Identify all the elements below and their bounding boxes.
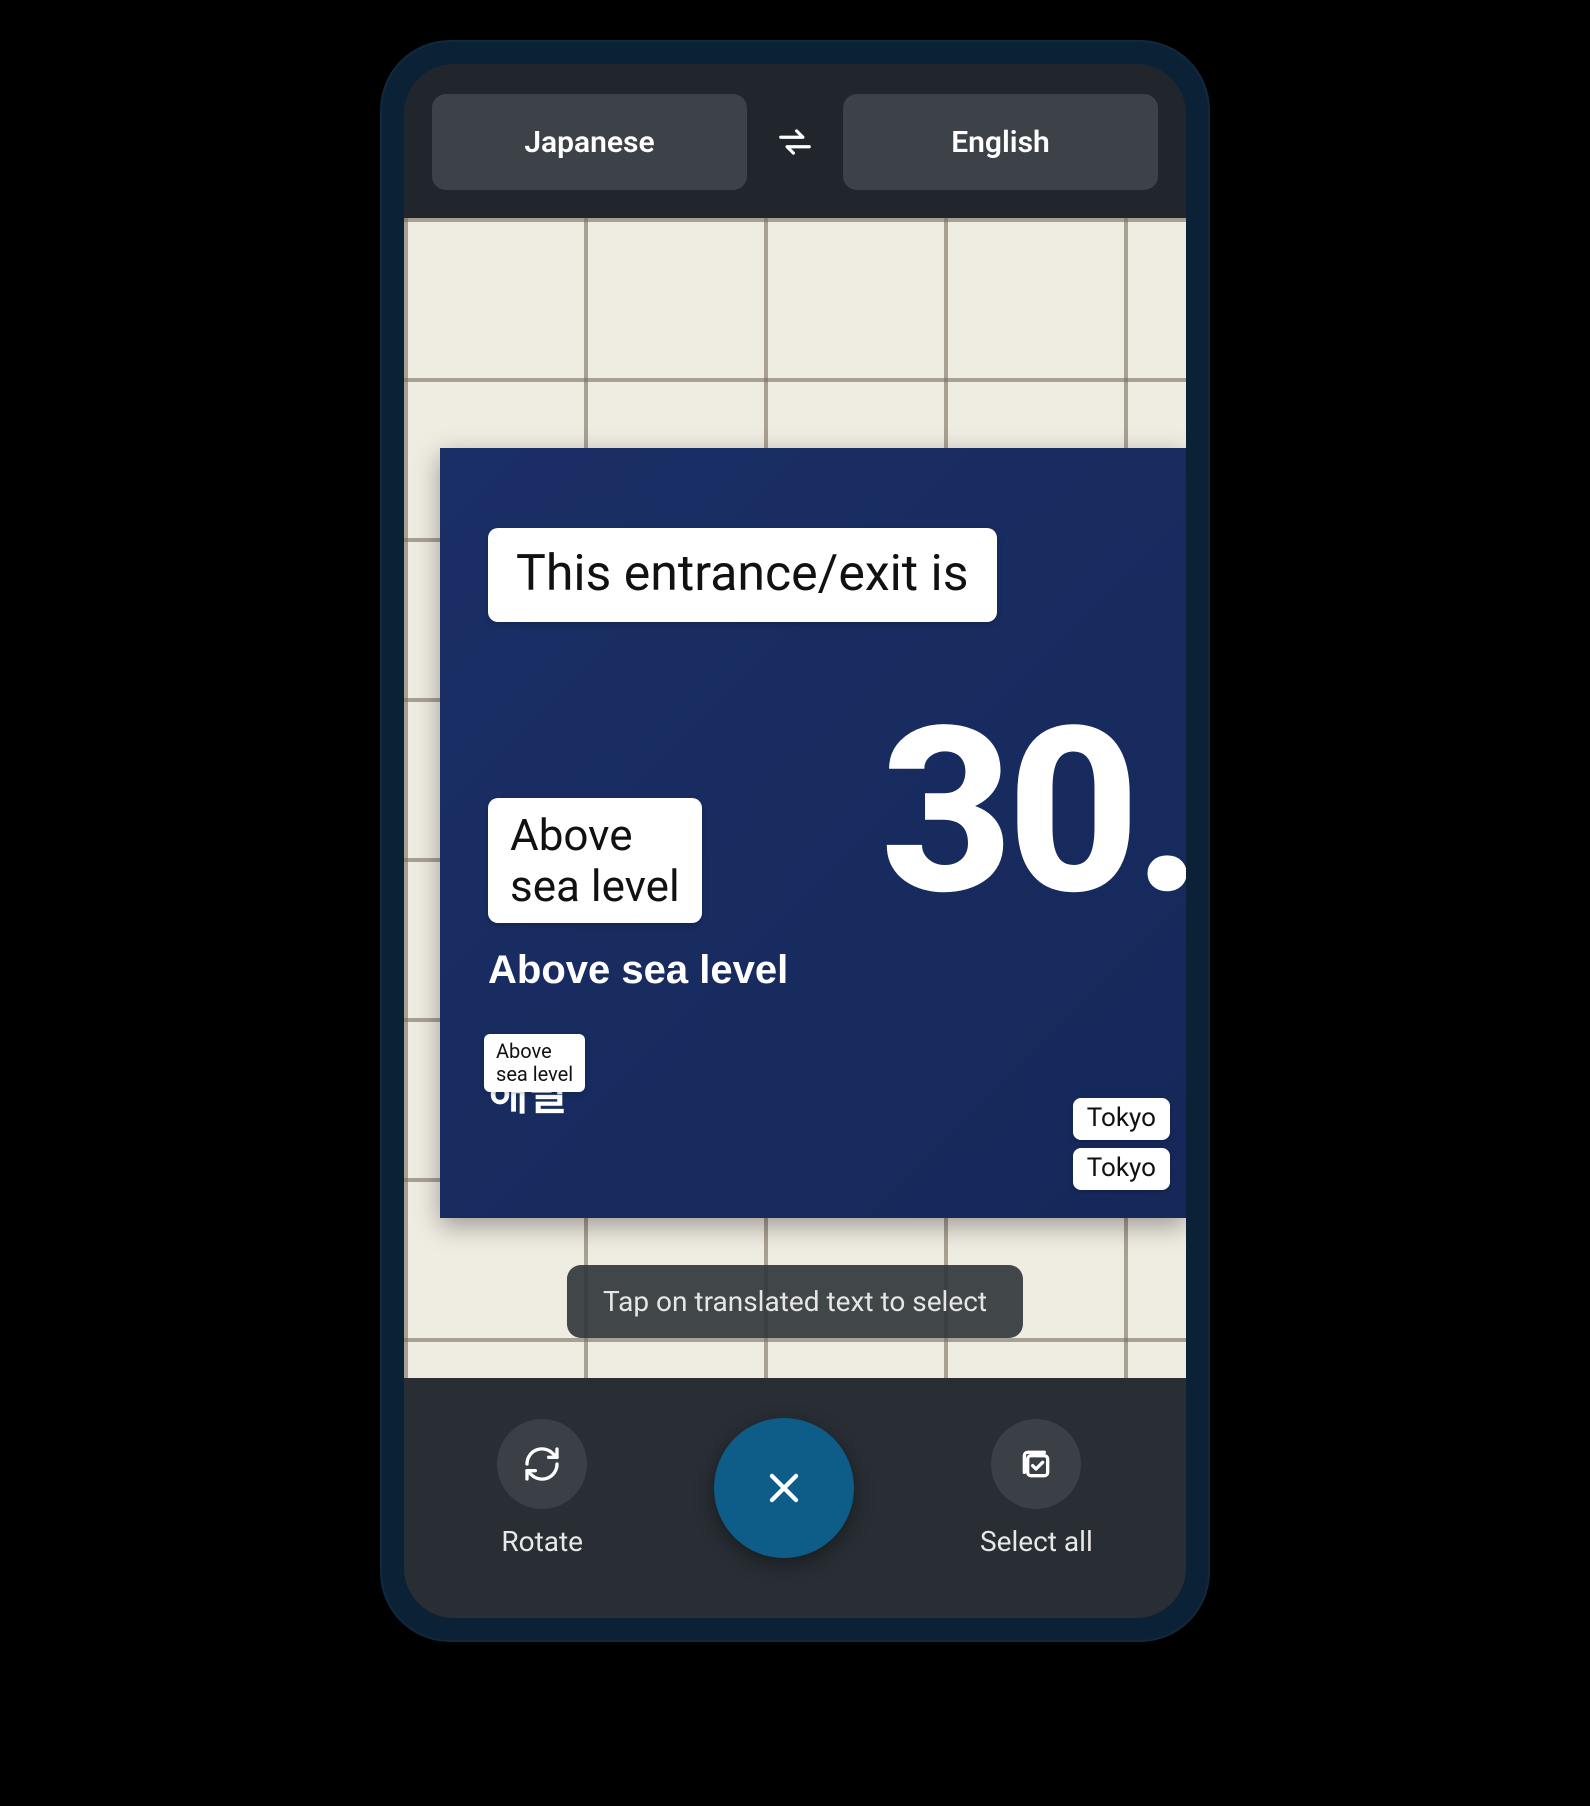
instruction-text: Tap on translated text to select <box>603 1285 987 1318</box>
select-all-button[interactable] <box>991 1419 1081 1509</box>
source-language-button[interactable]: Japanese <box>432 94 747 190</box>
translation-overlay-tokyo-1[interactable]: Tokyo <box>1073 1098 1170 1140</box>
translation-overlay-main[interactable]: This entrance/exit is <box>488 528 997 622</box>
swap-languages-button[interactable] <box>767 114 823 170</box>
target-language-label: English <box>951 125 1050 160</box>
select-all-action[interactable]: Select all <box>980 1419 1093 1558</box>
bottom-action-bar: Rotate Sele <box>404 1378 1186 1618</box>
close-icon <box>760 1464 808 1512</box>
select-all-icon <box>1016 1444 1056 1484</box>
swap-icon <box>776 123 814 161</box>
rotate-action[interactable]: Rotate <box>497 1419 587 1558</box>
sign-english-text: Above sea level <box>488 948 788 993</box>
rotate-button[interactable] <box>497 1419 587 1509</box>
target-language-button[interactable]: English <box>843 94 1158 190</box>
translation-overlay-small[interactable]: Above sea level <box>484 1034 585 1092</box>
language-bar: Japanese English <box>404 64 1186 218</box>
close-button[interactable] <box>714 1418 854 1558</box>
app-screen: Japanese English Above sea level 해발 <box>404 64 1186 1618</box>
camera-image-area: Above sea level 해발 30. This entrance/exi… <box>404 218 1186 1378</box>
phone-frame: Japanese English Above sea level 해발 <box>380 40 1210 1642</box>
sign-number: 30. <box>881 698 1186 928</box>
instruction-toast: Tap on translated text to select <box>567 1265 1023 1338</box>
stage: Japanese English Above sea level 해발 <box>0 0 1590 1806</box>
translation-overlay-tokyo-2[interactable]: Tokyo <box>1073 1148 1170 1190</box>
translation-overlay-above-sea-level[interactable]: Above sea level <box>488 798 702 923</box>
select-all-label: Select all <box>980 1525 1093 1558</box>
rotate-icon <box>522 1444 562 1484</box>
source-language-label: Japanese <box>524 125 654 160</box>
rotate-label: Rotate <box>501 1525 583 1558</box>
